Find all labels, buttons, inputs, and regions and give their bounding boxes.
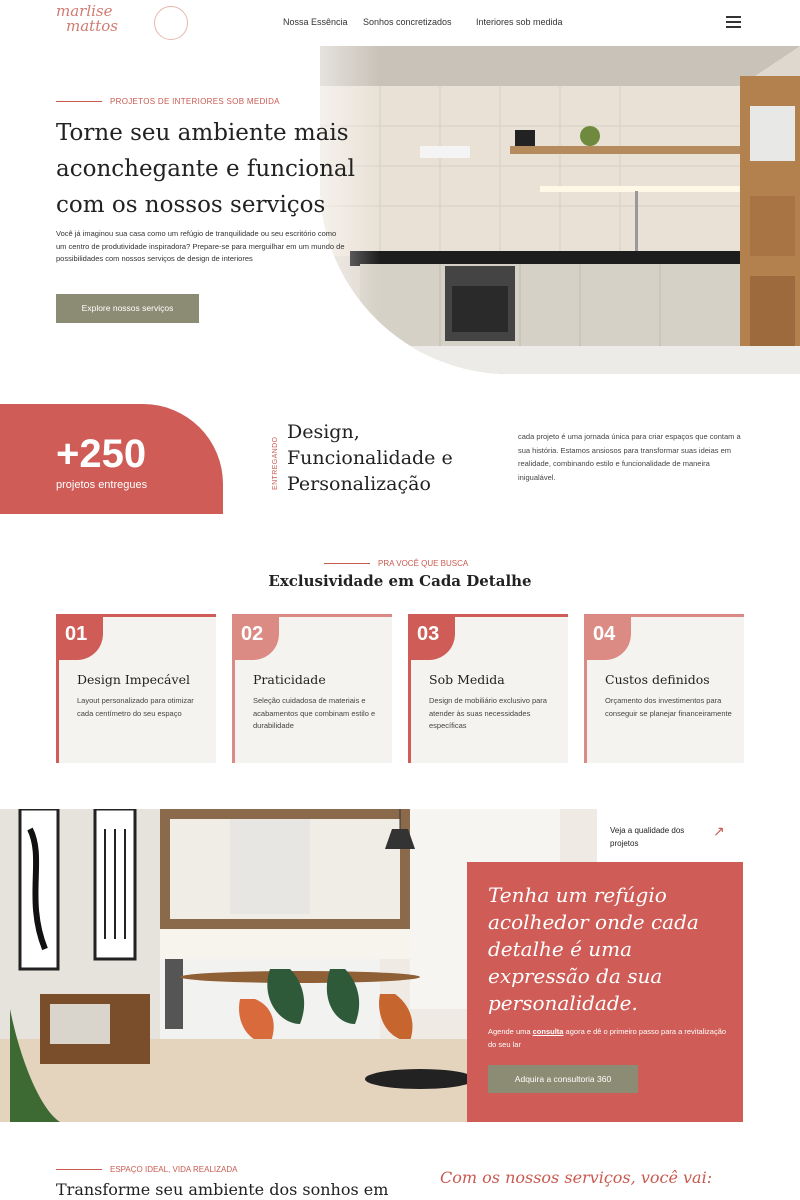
services-benefits-title: Com os nossos serviços, você vai: [440, 1168, 713, 1187]
card-title: Custos definidos [605, 672, 710, 687]
card-description: Design de mobiliário exclusivo para aten… [429, 696, 547, 730]
hero-eyebrow: PROJETOS DE INTERIORES SOB MEDIDA [56, 97, 280, 106]
design-title: Design, Funcionalidade e Personalização [287, 421, 453, 495]
quality-link-box[interactable]: Veja a qualidade dos projetos ↗ [597, 809, 800, 862]
promo-title: Tenha um refúgio acolhedor onde cada det… [488, 883, 699, 1015]
card-number: 04 [584, 614, 631, 660]
card-description: Seleção cuidadosa de materiais e acabame… [253, 696, 376, 730]
nav-item-interiores[interactable]: Interiores sob medida [476, 17, 563, 27]
card-number: 01 [56, 614, 103, 660]
feature-card-1: 01 Design Impecável Layout personalizado… [56, 614, 216, 763]
site-header: marlise mattos Nossa Essência Sonhos con… [0, 0, 800, 46]
card-title: Sob Medida [429, 672, 505, 687]
exclusivity-eyebrow: PRA VOCÊ QUE BUSCA [324, 559, 468, 568]
feature-card-2: 02 Praticidade Seleção cuidadosa de mate… [232, 614, 392, 763]
nav-item-essencia[interactable]: Nossa Essência [283, 17, 348, 27]
hero-kitchen-image [320, 46, 800, 374]
vertical-label: ENTREGANDO [272, 436, 279, 490]
consultation-promo: Tenha um refúgio acolhedor onde cada det… [467, 862, 743, 1122]
card-number: 02 [232, 614, 279, 660]
projects-count: +250 [56, 432, 147, 476]
design-description: cada projeto é uma jornada única para cr… [518, 432, 741, 482]
arrow-up-right-icon: ↗ [713, 823, 725, 839]
exclusivity-title: Exclusividade em Cada Detalhe [268, 572, 532, 590]
hero-text: Você já imaginou sua casa como um refúgi… [56, 229, 345, 263]
hero-title: Torne seu ambiente mais aconchegante e f… [56, 120, 355, 218]
projects-label: projetos entregues [56, 479, 148, 491]
consultation-button[interactable]: Adquira a consultoria 360 [488, 1065, 638, 1093]
feature-card-4: 04 Custos definidos Orçamento dos invest… [584, 614, 744, 763]
nav-item-sonhos[interactable]: Sonhos concretizados [363, 17, 452, 27]
consultation-link[interactable]: consulta [533, 1027, 564, 1036]
bottom-title: Transforme seu ambiente dos sonhos em [56, 1180, 389, 1199]
quality-link-text: Veja a qualidade dos projetos [610, 826, 685, 848]
logo-ring [154, 6, 188, 40]
card-description: Layout personalizado para otimizar cada … [77, 696, 194, 718]
feature-card-3: 03 Sob Medida Design de mobiliário exclu… [408, 614, 568, 763]
promo-text: Agende uma consulta agora e dê o primeir… [488, 1027, 727, 1049]
card-title: Design Impecável [77, 672, 190, 687]
brand-logo[interactable]: marlise mattos [56, 4, 188, 44]
kitchen-illustration [320, 46, 800, 374]
explore-services-button[interactable]: Explore nossos serviços [56, 294, 199, 323]
card-description: Orçamento dos investimentos para consegu… [605, 696, 732, 718]
bottom-eyebrow: ESPAÇO IDEAL, VIDA REALIZADA [56, 1165, 237, 1174]
card-title: Praticidade [253, 672, 326, 687]
hamburger-menu-icon[interactable] [726, 16, 741, 28]
logo-line-2: mattos [66, 17, 118, 35]
card-number: 03 [408, 614, 455, 660]
projects-stat-box: +250 projetos entregues [0, 404, 223, 514]
